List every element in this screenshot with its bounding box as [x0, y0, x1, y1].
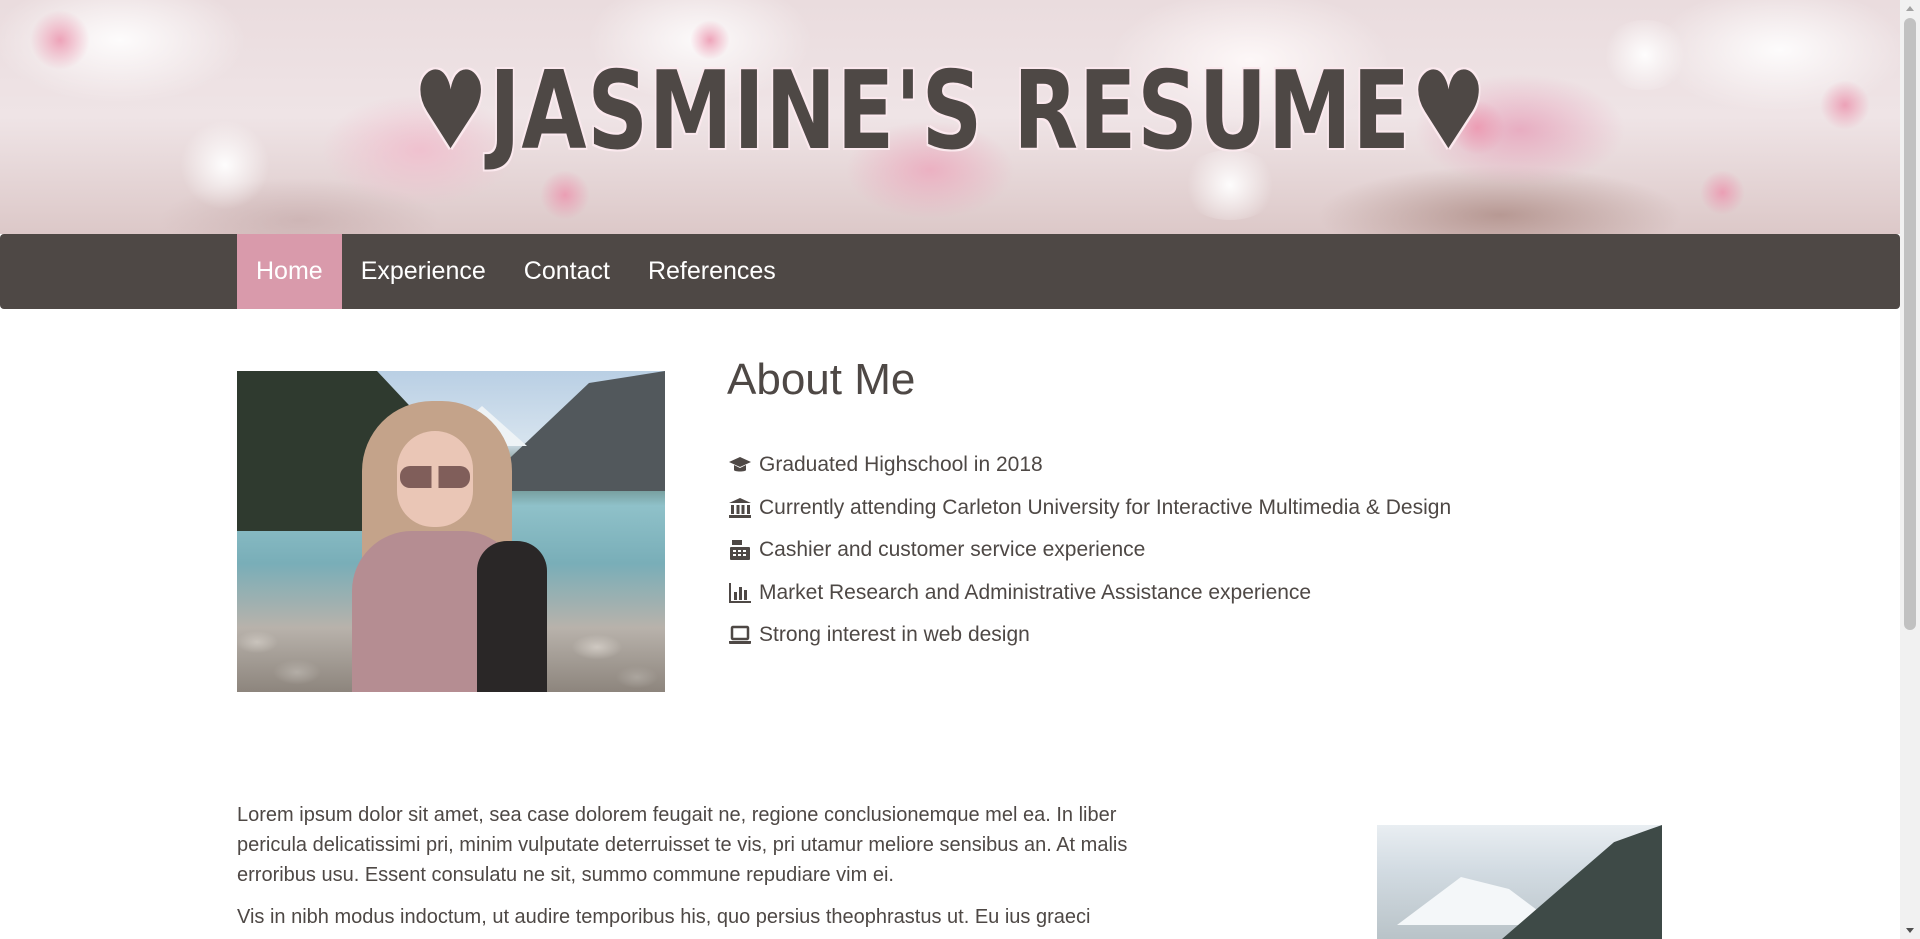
nav-item-home[interactable]: Home: [237, 234, 342, 309]
blossom-decoration: [540, 170, 590, 220]
page: ♥JASMINE'S RESUME♥ Home Experience Conta…: [0, 0, 1900, 939]
nav-item-experience[interactable]: Experience: [342, 234, 505, 309]
bar-chart-icon: [727, 581, 753, 605]
about-item-text: Graduated Highschool in 2018: [759, 453, 1043, 477]
mountain-photo: [1377, 825, 1662, 939]
about-item-text: Strong interest in web design: [759, 623, 1030, 647]
about-item-text: Market Research and Administrative Assis…: [759, 580, 1312, 604]
scroll-up-icon[interactable]: [1900, 0, 1920, 17]
photo-person-sunglasses: [400, 466, 470, 488]
about-item: Cashier and customer service experience: [727, 529, 1451, 572]
nav-item-contact[interactable]: Contact: [505, 234, 629, 309]
lorem-paragraph: Vis in nibh modus indoctum, ut audire te…: [237, 906, 1091, 928]
about-item-text: Currently attending Carleton University …: [759, 495, 1452, 519]
site-title: ♥JASMINE'S RESUME♥: [412, 49, 1488, 174]
lorem-section: Lorem ipsum dolor sit amet, sea case dol…: [237, 800, 1137, 939]
header-banner: ♥JASMINE'S RESUME♥: [0, 0, 1900, 234]
scroll-down-icon[interactable]: [1900, 922, 1920, 939]
main-navigation: Home Experience Contact References: [0, 234, 1900, 309]
scrollbar-thumb[interactable]: [1904, 18, 1916, 630]
cash-register-icon: [727, 538, 753, 562]
nav-list: Home Experience Contact References: [237, 234, 795, 309]
university-icon: [727, 496, 753, 520]
about-heading: About Me: [727, 355, 916, 404]
profile-photo: [237, 371, 665, 692]
nav-item-references[interactable]: References: [629, 234, 795, 309]
photo-mountain: [1502, 825, 1662, 939]
about-item: Graduated Highschool in 2018: [727, 444, 1451, 487]
graduation-cap-icon: [727, 453, 753, 477]
page-scrollbar[interactable]: [1900, 0, 1920, 939]
about-item: Market Research and Administrative Assis…: [727, 572, 1451, 615]
blossom-decoration: [1700, 170, 1745, 215]
about-item: Strong interest in web design: [727, 614, 1451, 657]
lorem-paragraph: Lorem ipsum dolor sit amet, sea case dol…: [237, 804, 1128, 886]
about-list: Graduated Highschool in 2018 Currently a…: [727, 444, 1451, 657]
blossom-decoration: [30, 10, 90, 70]
about-item-text: Cashier and customer service experience: [759, 538, 1146, 562]
about-item: Currently attending Carleton University …: [727, 487, 1451, 530]
blossom-decoration: [1820, 80, 1870, 130]
laptop-icon: [727, 623, 753, 647]
photo-person-jacket: [477, 541, 547, 692]
